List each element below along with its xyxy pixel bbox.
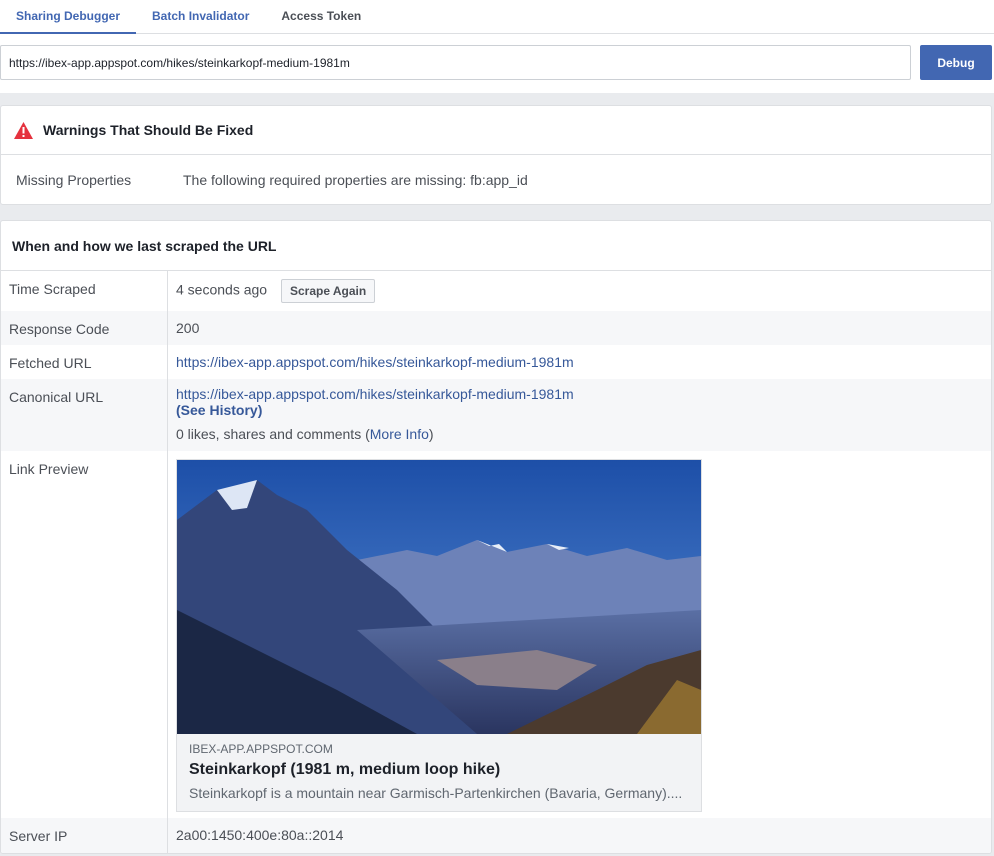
warnings-header: Warnings That Should Be Fixed — [1, 106, 991, 155]
row-response-code: Response Code 200 — [1, 311, 991, 345]
likes-close: ) — [428, 426, 434, 442]
warnings-card: Warnings That Should Be Fixed Missing Pr… — [0, 105, 992, 205]
preview-description: Steinkarkopf is a mountain near Garmisch… — [189, 785, 683, 801]
tab-batch-invalidator[interactable]: Batch Invalidator — [136, 0, 265, 34]
warning-message: The following required properties are mi… — [183, 172, 528, 188]
likes-count: 0 likes, shares and comments ( — [176, 426, 370, 442]
fetched-url-cell: https://ibex-app.appspot.com/hikes/stein… — [168, 345, 991, 379]
link-preview-label: Link Preview — [1, 451, 168, 818]
row-link-preview: Link Preview IBEX-APP.APPSPOT.COM Steink… — [1, 451, 991, 818]
url-bar: Debug — [0, 34, 994, 93]
more-info-link[interactable]: More Info — [370, 426, 429, 442]
tab-bar: Sharing Debugger Batch Invalidator Acces… — [0, 0, 994, 34]
response-code-label: Response Code — [1, 311, 168, 345]
canonical-url-cell: https://ibex-app.appspot.com/hikes/stein… — [168, 379, 991, 451]
row-fetched-url: Fetched URL https://ibex-app.appspot.com… — [1, 345, 991, 379]
row-canonical-url: Canonical URL https://ibex-app.appspot.c… — [1, 379, 991, 451]
canonical-url-label: Canonical URL — [1, 379, 168, 451]
scrape-again-button[interactable]: Scrape Again — [280, 279, 376, 303]
see-history-link[interactable]: (See History) — [176, 402, 262, 418]
preview-domain: IBEX-APP.APPSPOT.COM — [189, 742, 333, 756]
time-scraped-value: 4 seconds ago — [176, 281, 268, 298]
warnings-title: Warnings That Should Be Fixed — [43, 122, 254, 138]
row-server-ip: Server IP 2a00:1450:400e:80a::2014 — [1, 818, 991, 853]
scrape-header: When and how we last scraped the URL — [1, 221, 991, 271]
server-ip-value: 2a00:1450:400e:80a::2014 — [176, 827, 344, 843]
likes-text: 0 likes, shares and comments (More Info) — [176, 426, 991, 442]
preview-body: IBEX-APP.APPSPOT.COM Steinkarkopf (1981 … — [177, 734, 701, 811]
debug-button[interactable]: Debug — [920, 45, 992, 80]
fetched-url-link[interactable]: https://ibex-app.appspot.com/hikes/stein… — [176, 354, 574, 370]
time-scraped-cell: 4 seconds ago Scrape Again — [168, 271, 991, 311]
fetched-url-label: Fetched URL — [1, 345, 168, 379]
preview-image — [177, 460, 701, 734]
link-preview-cell: IBEX-APP.APPSPOT.COM Steinkarkopf (1981 … — [168, 451, 991, 818]
tab-sharing-debugger[interactable]: Sharing Debugger — [0, 0, 137, 34]
warning-label: Missing Properties — [16, 172, 132, 188]
canonical-url-link[interactable]: https://ibex-app.appspot.com/hikes/stein… — [176, 386, 574, 402]
preview-title: Steinkarkopf (1981 m, medium loop hike) — [189, 761, 501, 778]
warning-row: Missing Properties The following require… — [1, 155, 991, 205]
row-time-scraped: Time Scraped 4 seconds ago Scrape Again — [1, 271, 991, 311]
time-scraped-label: Time Scraped — [1, 271, 168, 311]
response-code-value: 200 — [176, 320, 200, 336]
tab-access-token[interactable]: Access Token — [265, 0, 377, 34]
warning-triangle-icon — [14, 121, 33, 139]
link-preview-card[interactable]: IBEX-APP.APPSPOT.COM Steinkarkopf (1981 … — [176, 459, 702, 812]
url-input[interactable] — [0, 45, 911, 80]
server-ip-label: Server IP — [1, 818, 168, 853]
scrape-info-card: When and how we last scraped the URL Tim… — [0, 220, 992, 854]
